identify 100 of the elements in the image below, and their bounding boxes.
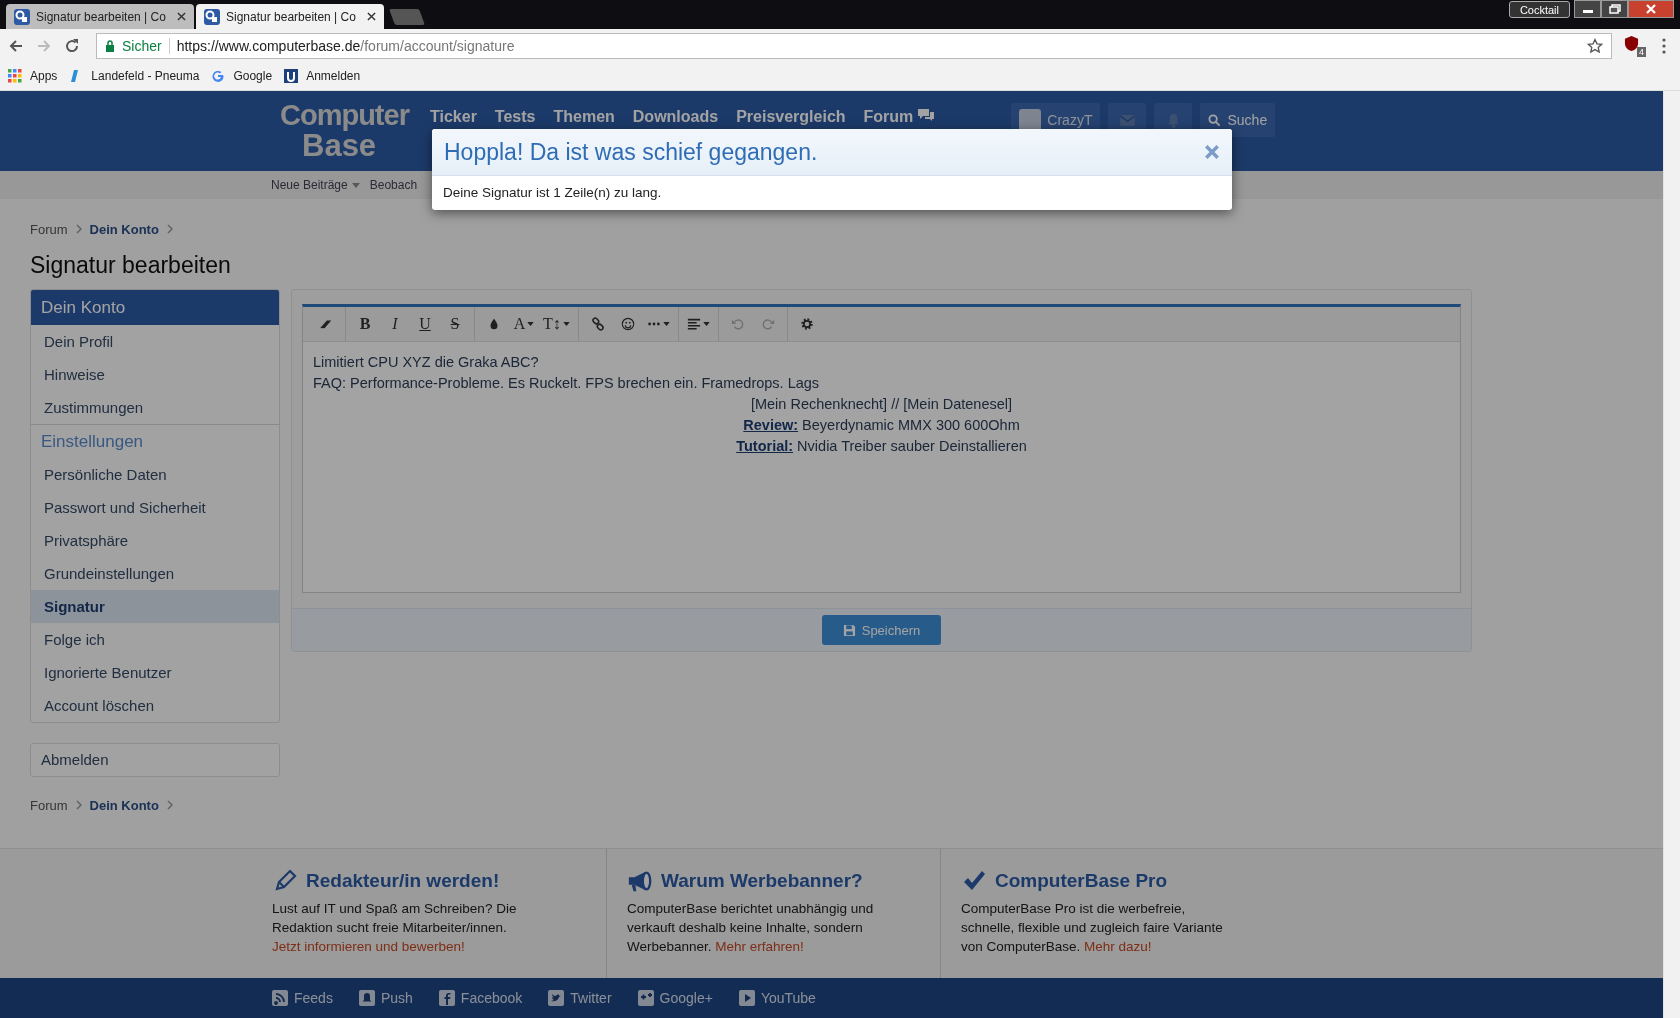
minimize-button[interactable] — [1574, 0, 1601, 18]
shield-icon[interactable] — [1624, 34, 1639, 52]
sidebar-item[interactable]: Signatur — [31, 590, 279, 623]
menu-icon[interactable] — [1662, 37, 1666, 54]
page-title: Signatur bearbeiten — [30, 251, 232, 279]
nav-link[interactable]: Forum — [863, 108, 936, 126]
footer-link[interactable]: Jetzt informieren und bewerben! — [272, 939, 465, 954]
tab-title: Signatur bearbeiten | Co — [226, 9, 357, 24]
breadcrumb-link[interactable]: Dein Konto — [89, 221, 159, 237]
close-button[interactable] — [1628, 0, 1674, 18]
back-icon[interactable] — [8, 37, 24, 54]
sub-nav-link[interactable]: Beobach — [369, 178, 418, 192]
format-button[interactable]: S — [440, 310, 470, 338]
footer-text: ComputerBase Pro ist die werbefreie, schnelle, flexible und zugleich faire Variante von ComputerBase. Mehr dazu! — [961, 900, 1224, 956]
caret-icon — [702, 322, 710, 326]
breadcrumb-link[interactable]: Forum — [30, 797, 68, 813]
signature-line: Review: Beyerdynamic MMX 300 600Ohm — [742, 416, 1021, 435]
site-logo[interactable]: Computer Base — [280, 101, 420, 161]
site-logo-icon — [14, 8, 30, 25]
close-icon[interactable] — [177, 12, 186, 21]
logout-button[interactable]: Abmelden — [30, 743, 280, 777]
close-icon[interactable] — [367, 12, 376, 21]
star-icon[interactable] — [1587, 37, 1603, 54]
social-link[interactable]: Feeds — [272, 990, 333, 1006]
square-logo-icon — [284, 69, 299, 83]
social-link[interactable]: Facebook — [438, 990, 523, 1006]
site-logo-icon — [204, 8, 220, 25]
breadcrumb-link[interactable]: Dein Konto — [89, 797, 159, 813]
smiley-icon — [620, 317, 635, 331]
sidebar-item[interactable]: Account löschen — [31, 689, 279, 722]
security-label: Sicher — [122, 37, 162, 54]
nav-link[interactable]: Downloads — [632, 108, 719, 126]
chevron-icon — [75, 800, 82, 810]
nav-link[interactable]: Preisvergleich — [736, 108, 846, 126]
address-bar[interactable]: Sicher https://www.computerbase.de/forum/account/signature — [96, 32, 1612, 59]
tab-title: Signatur bearbeiten | Co — [36, 9, 167, 24]
social-link[interactable]: Push — [358, 990, 413, 1006]
bird-icon — [548, 990, 565, 1006]
save-button[interactable]: Speichern — [822, 615, 941, 645]
url-text: https://www.computerbase.de/forum/account/signature — [176, 37, 516, 54]
bookmark[interactable]: Google — [211, 69, 273, 83]
format-button[interactable]: B — [350, 310, 380, 338]
caret-icon — [662, 322, 670, 326]
bell-icon — [1166, 112, 1180, 128]
social-link[interactable]: Twitter — [548, 990, 612, 1006]
format-button[interactable]: I — [380, 310, 410, 338]
dialog-message: Deine Signatur ist 1 Zeile(n) zu lang. — [442, 184, 663, 202]
sidebar-item[interactable]: Folge ich — [31, 623, 279, 656]
signature-link[interactable]: Tutorial: — [736, 438, 794, 454]
social-link[interactable]: YouTube — [738, 990, 816, 1006]
sidebar-item[interactable]: Persönliche Daten — [31, 458, 279, 491]
sub-nav-link[interactable]: Neue Beiträge — [271, 178, 360, 192]
bell-icon — [358, 990, 375, 1006]
nav-link[interactable]: Ticker — [430, 108, 477, 126]
footer-link[interactable]: Mehr dazu! — [1084, 939, 1152, 954]
scrollbar[interactable] — [1663, 91, 1680, 1018]
search-button[interactable]: Suche — [1200, 103, 1276, 137]
chevron-icon — [75, 224, 82, 234]
sidebar-section-title: Einstellungen — [40, 431, 145, 453]
caret-icon — [527, 322, 535, 326]
nav-link[interactable]: Themen — [553, 108, 615, 126]
link-icon — [590, 317, 605, 331]
browser-tab[interactable]: Signatur bearbeiten | Co — [6, 4, 194, 29]
rss-icon — [272, 990, 288, 1006]
bookmark[interactable]: Apps — [8, 69, 58, 83]
browser-tab[interactable]: Signatur bearbeiten | Co — [196, 4, 384, 29]
sidebar-item[interactable]: Hinweise — [31, 358, 279, 391]
apps-grid-icon — [8, 69, 22, 83]
footer-text: ComputerBase berichtet unabhängig und verkauft deshalb keine Inhalte, sondern Werbebanner. Mehr erfahren! — [627, 900, 875, 956]
reload-icon[interactable] — [64, 37, 80, 54]
sidebar-item[interactable]: Dein Profil — [31, 325, 279, 358]
profile-button[interactable]: Cocktail — [1508, 1, 1570, 18]
format-button[interactable]: A — [509, 310, 539, 338]
envelope-icon — [1119, 114, 1135, 126]
footer-link[interactable]: Mehr erfahren! — [715, 939, 804, 954]
sidebar-item[interactable]: Ignorierte Benutzer — [31, 656, 279, 689]
megaphone-icon — [627, 869, 653, 893]
g-plus-icon — [637, 990, 654, 1006]
sidebar-item[interactable]: Grundeinstellungen — [31, 557, 279, 590]
sidebar-item[interactable]: Privatsphäre — [31, 524, 279, 557]
sidebar-item[interactable]: Zustimmungen — [31, 391, 279, 424]
sidebar-item[interactable]: Passwort und Sicherheit — [31, 491, 279, 524]
f-logo-icon — [438, 990, 455, 1006]
sidebar-header: Dein Konto — [31, 290, 279, 325]
footer-heading: Redakteur/in werden! — [306, 870, 500, 892]
bookmark[interactable]: Landefeld - Pneuma — [69, 69, 200, 83]
signature-editor[interactable] — [302, 304, 1461, 593]
maximize-button[interactable] — [1601, 0, 1628, 18]
format-button[interactable]: U — [410, 310, 440, 338]
nav-link[interactable]: Tests — [494, 108, 536, 126]
social-link[interactable]: Google+ — [637, 990, 713, 1006]
format-button[interactable]: T↕ — [539, 310, 574, 338]
bookmark[interactable]: Anmelden — [284, 69, 361, 83]
breadcrumb-link[interactable]: Forum — [30, 221, 68, 237]
extension-badge: 4 — [1637, 46, 1646, 57]
align-left-icon — [686, 317, 701, 331]
signature-link[interactable]: Review: — [743, 417, 799, 433]
new-tab-button[interactable] — [389, 9, 425, 25]
lock-icon — [105, 39, 115, 52]
search-icon — [1208, 113, 1222, 127]
